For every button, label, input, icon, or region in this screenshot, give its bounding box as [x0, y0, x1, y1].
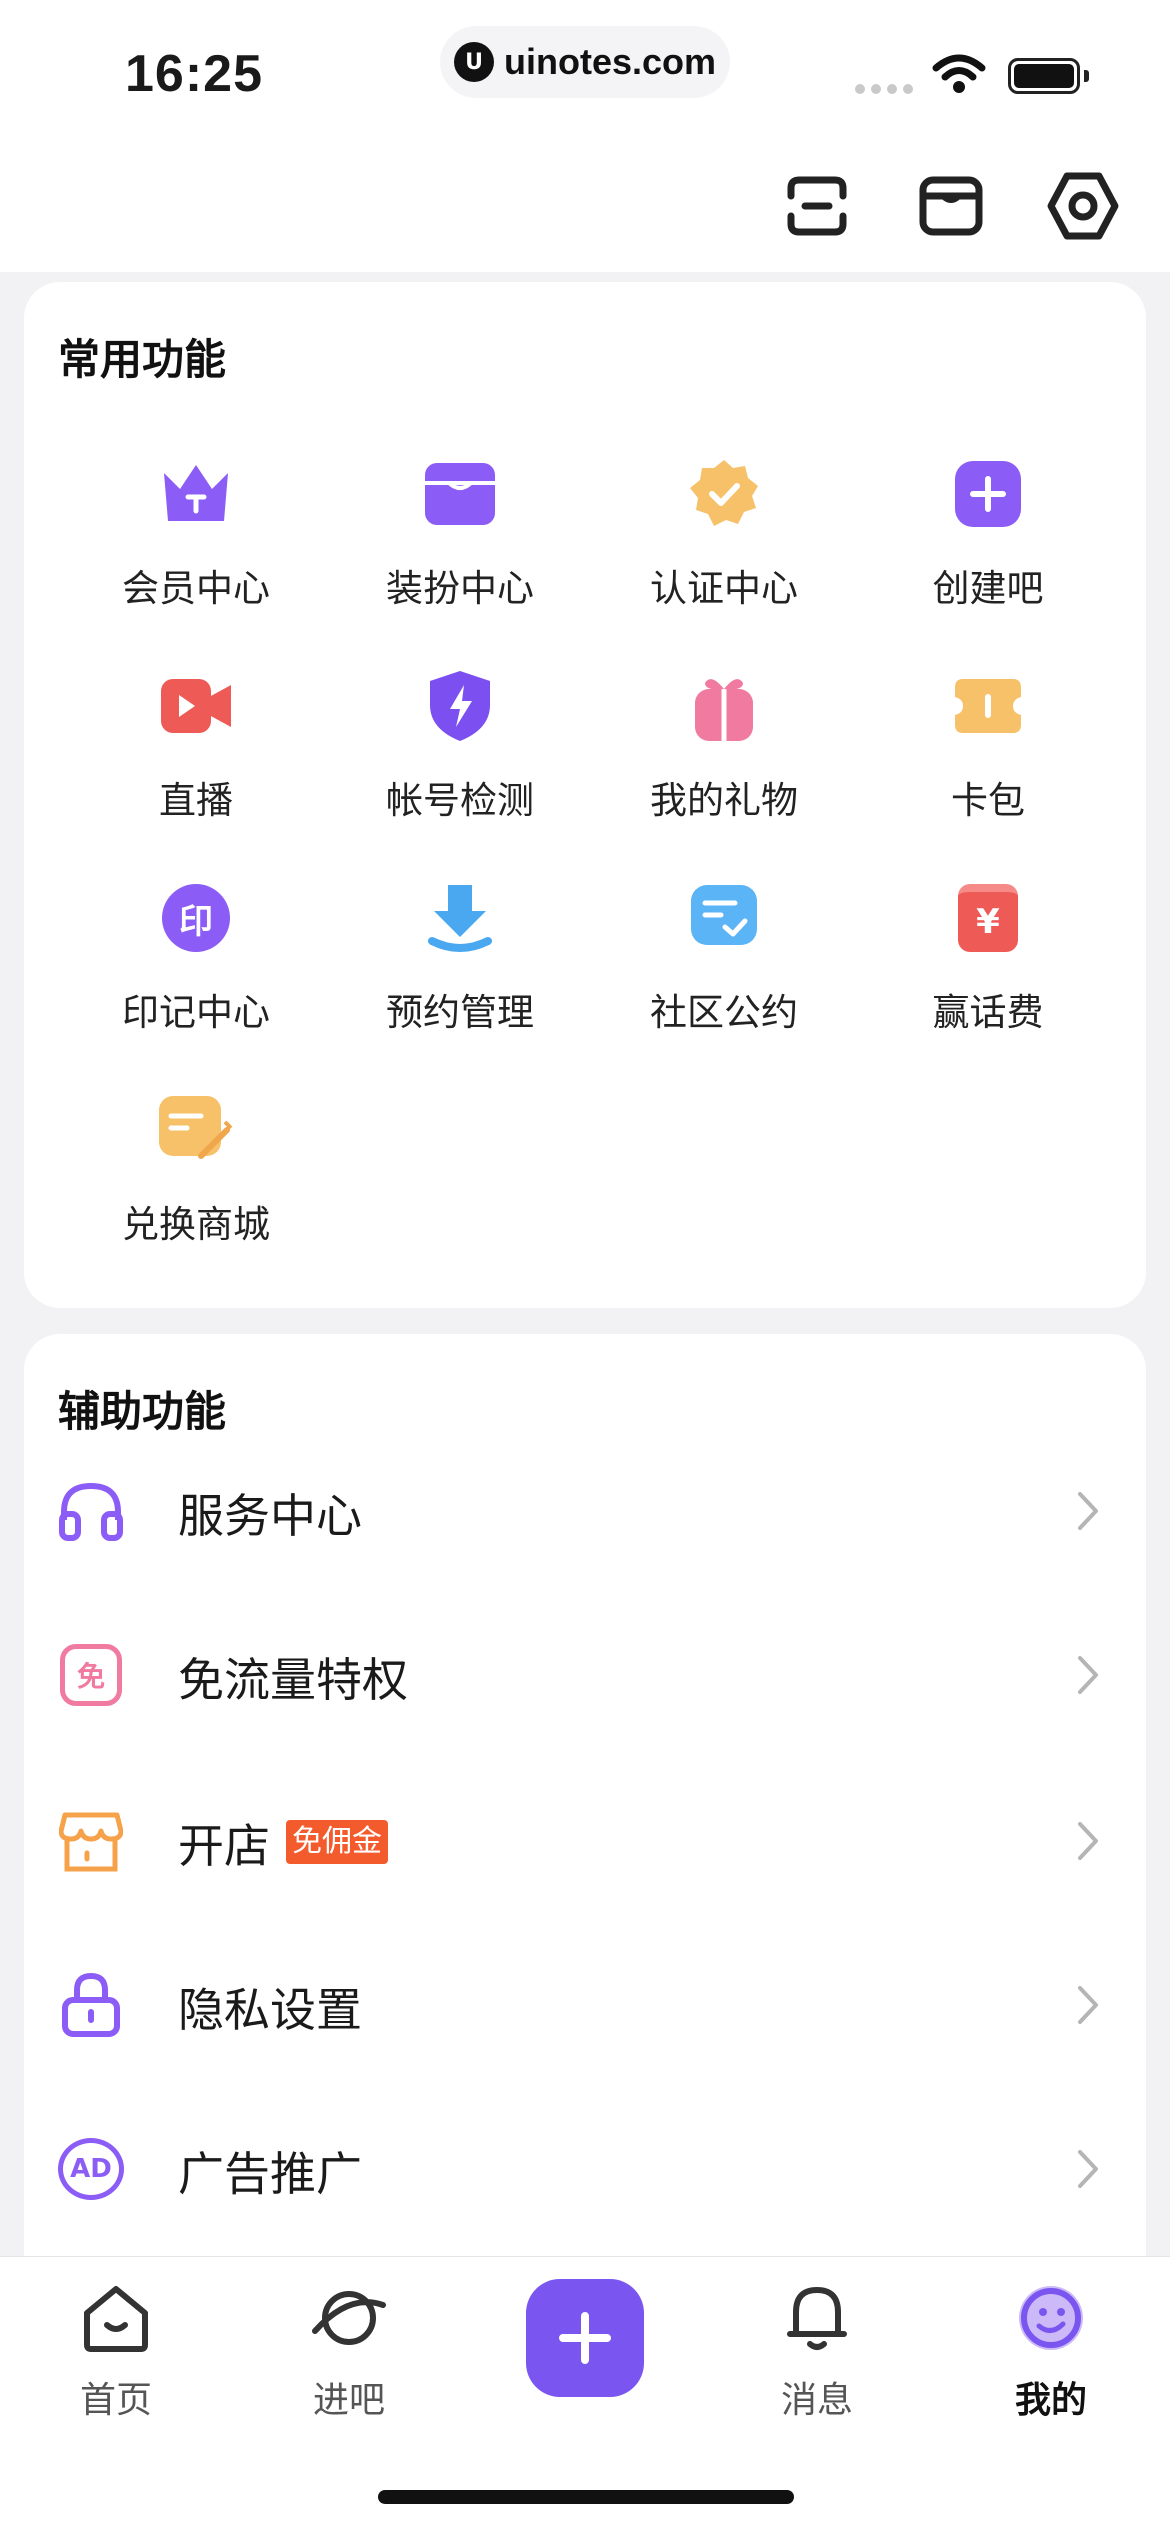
commission-free-badge: 免佣金	[286, 1820, 388, 1864]
list-item-free-data[interactable]: 免 免流量特权	[24, 1588, 1146, 1752]
wardrobe-icon	[418, 452, 502, 536]
grid-label: 创建吧	[932, 567, 1044, 610]
list-item-label: 开店	[178, 1819, 270, 1873]
status-time: 16:25	[125, 45, 263, 103]
url-pill[interactable]: U uinotes.com	[440, 26, 730, 98]
grid-label: 印记中心	[122, 991, 270, 1034]
chevron-right-icon	[1078, 2150, 1098, 2188]
grid-label: 会员中心	[122, 567, 270, 610]
grid-item-verify-center[interactable]: 认证中心	[592, 452, 856, 632]
list-item-ad-promotion[interactable]: AD 广告推广	[24, 2082, 1146, 2246]
chevron-right-icon	[1078, 1492, 1098, 1530]
grid-item-exchange-mall[interactable]: 兑换商城	[64, 1088, 328, 1268]
settings-icon[interactable]	[1043, 166, 1123, 246]
create-post-button[interactable]	[526, 2279, 644, 2397]
site-logo-icon: U	[454, 42, 494, 82]
note-pencil-icon	[154, 1088, 238, 1172]
battery-tip	[1084, 70, 1089, 82]
grid-item-dressup-center[interactable]: 装扮中心	[328, 452, 592, 632]
ad-icon: AD	[56, 2134, 126, 2204]
wifi-icon	[932, 54, 986, 93]
shop-icon	[56, 1806, 126, 1876]
list-item-label: 服务中心	[178, 1489, 362, 1543]
plus-square-icon	[946, 452, 1030, 536]
grid-item-community-rules[interactable]: 社区公约	[592, 876, 856, 1056]
grid-label: 卡包	[951, 779, 1025, 822]
planet-icon	[310, 2279, 388, 2357]
ticket-icon	[946, 664, 1030, 748]
grid-label: 赢话费	[932, 991, 1044, 1034]
section-title-common: 常用功能	[58, 335, 227, 384]
home-indicator	[378, 2490, 794, 2504]
list-item-label: 广告推广	[178, 2147, 362, 2201]
list-item-privacy-settings[interactable]: 隐私设置	[24, 1918, 1146, 2082]
grid-label: 帐号检测	[386, 779, 534, 822]
tab-label: 消息	[780, 2380, 853, 2421]
tab-label: 我的	[1014, 2380, 1087, 2421]
grid-item-vip-center[interactable]: 会员中心	[64, 452, 328, 632]
list-item-open-shop[interactable]: 开店 免佣金	[24, 1754, 1146, 1918]
download-tray-icon	[418, 876, 502, 960]
gift-icon	[682, 664, 766, 748]
free-data-icon-text: 免	[60, 1644, 122, 1706]
grid-item-reservation[interactable]: 预约管理	[328, 876, 592, 1056]
bell-icon	[778, 2279, 856, 2357]
free-data-icon: 免	[56, 1640, 126, 1710]
crown-icon	[154, 452, 238, 536]
scan-icon[interactable]	[777, 166, 857, 246]
headphones-icon	[56, 1476, 126, 1546]
red-envelope-yen-icon: ¥	[946, 876, 1030, 960]
chevron-right-icon	[1078, 1656, 1098, 1694]
battery-icon	[1008, 58, 1080, 94]
grid-label: 预约管理	[386, 991, 534, 1034]
grid-label: 直播	[159, 779, 233, 822]
list-item-service-center[interactable]: 服务中心	[24, 1424, 1146, 1588]
grid-label: 认证中心	[650, 567, 798, 610]
grid-item-my-gifts[interactable]: 我的礼物	[592, 664, 856, 844]
tab-messages[interactable]: 消息	[737, 2279, 897, 2439]
tab-mine[interactable]: 我的	[971, 2279, 1131, 2439]
checklist-chat-icon	[682, 876, 766, 960]
tab-home[interactable]: 首页	[36, 2279, 196, 2439]
tab-label: 首页	[79, 2380, 152, 2421]
grid-label: 社区公约	[650, 991, 798, 1034]
profile-face-icon	[1012, 2279, 1090, 2357]
grid-item-seal-center[interactable]: 印 印记中心	[64, 876, 328, 1056]
seal-icon-text: 印	[162, 884, 230, 952]
lock-icon	[56, 1970, 126, 2040]
tab-label: 进吧	[312, 2380, 385, 2421]
chevron-right-icon	[1078, 1822, 1098, 1860]
status-bar: 16:25 U uinotes.com	[0, 0, 1170, 140]
grid-item-account-check[interactable]: 帐号检测	[328, 664, 592, 844]
grid-item-card-wallet[interactable]: 卡包	[856, 664, 1120, 844]
shield-bolt-icon	[418, 664, 502, 748]
common-functions-card: 常用功能 会员中心 装扮中心 认证中心 创建吧 直播 帐号检测 我的礼物 卡包 …	[24, 282, 1146, 1308]
video-camera-icon	[154, 664, 238, 748]
grid-label: 兑换商城	[122, 1203, 270, 1246]
grid-item-live[interactable]: 直播	[64, 664, 328, 844]
grid-label: 装扮中心	[386, 567, 534, 610]
chevron-right-icon	[1078, 1986, 1098, 2024]
cellular-signal-icon	[855, 84, 913, 94]
list-item-label: 免流量特权	[178, 1653, 408, 1707]
grid-item-create-bar[interactable]: 创建吧	[856, 452, 1120, 632]
grid-label: 我的礼物	[650, 779, 798, 822]
plus-icon	[559, 2312, 611, 2364]
top-action-bar	[0, 140, 1170, 272]
verified-badge-icon	[682, 452, 766, 536]
tab-jinba[interactable]: 进吧	[269, 2279, 429, 2439]
yen-text: ¥	[958, 884, 1018, 952]
url-text: uinotes.com	[504, 41, 717, 82]
grid-item-win-credit[interactable]: ¥ 赢话费	[856, 876, 1120, 1056]
home-icon	[77, 2279, 155, 2357]
store-icon[interactable]	[911, 166, 991, 246]
seal-icon: 印	[154, 876, 238, 960]
list-item-label: 隐私设置	[178, 1983, 362, 2037]
ad-icon-text: AD	[58, 2138, 124, 2200]
